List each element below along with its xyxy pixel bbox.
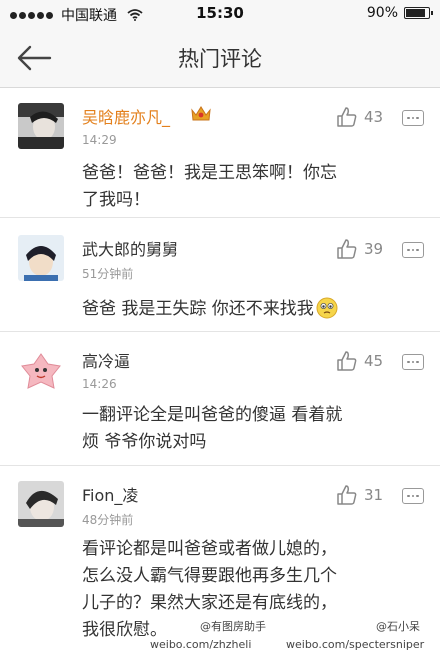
- avatar[interactable]: [18, 481, 64, 527]
- comment-line: 烦 爷爷你说对吗: [82, 432, 207, 452]
- comment-text: 爸爸 我是王失踪 你还不来找我: [82, 296, 412, 323]
- battery-percent: 90%: [366, 5, 398, 21]
- like-count: 31: [364, 486, 384, 504]
- battery-fill: [406, 9, 425, 17]
- timestamp: 14:26: [82, 377, 117, 391]
- comment-text: 爸爸！爸爸！我是王思笨啊！你忘 了我吗！: [82, 160, 412, 214]
- comment-text: 一翻评论全是叫爸爸的傻逼 看着就 烦 爷爷你说对吗: [82, 402, 412, 456]
- comment-item: 高冷逼 14:26 45 一翻评论全是叫爸爸的傻逼 看着就 烦 爷爷你说对吗: [0, 332, 440, 466]
- thumbs-up-icon: [337, 107, 357, 127]
- thumbs-up-icon: [337, 485, 357, 505]
- avatar[interactable]: [18, 348, 64, 394]
- page-title: 热门评论: [178, 47, 262, 71]
- like-button[interactable]: 39: [336, 238, 383, 260]
- comment-item: 吴晗鹿亦凡_ 14:29 43 爸爸！爸爸！我是王思笨啊！你忘 了我吗！: [0, 88, 440, 218]
- like-count: 39: [364, 240, 384, 258]
- timestamp: 14:29: [82, 133, 117, 147]
- more-options-button[interactable]: [402, 110, 424, 126]
- like-button[interactable]: 31: [336, 484, 383, 506]
- comment-line: 儿子的？果然大家还是有底线的，: [82, 593, 337, 613]
- watermark-handle: @石小呆: [376, 620, 420, 633]
- watermark-url: weibo.com/zhzheli: [150, 638, 252, 651]
- status-bar: 中国联通 15:30 90%: [0, 0, 440, 28]
- status-right: 90%: [366, 5, 433, 21]
- comment-item: 武大郎的舅舅 51分钟前 39 爸爸 我是王失踪 你还不来找我: [0, 218, 440, 332]
- comment-line: 了我吗！: [82, 190, 150, 210]
- comment-line: 一翻评论全是叫爸爸的傻逼 看着就: [82, 405, 343, 425]
- thumbs-up-icon: [337, 239, 357, 259]
- comment-line: 爸爸 我是王失踪 你还不来找我: [82, 299, 314, 319]
- like-count: 45: [364, 352, 384, 370]
- more-options-button[interactable]: [402, 242, 424, 258]
- watermark-handle: @有图房助手: [200, 620, 266, 633]
- crown-icon: [191, 106, 211, 121]
- battery-icon: [404, 7, 433, 19]
- like-count: 43: [364, 108, 384, 126]
- avatar[interactable]: [18, 235, 64, 281]
- username[interactable]: 武大郎的舅舅: [82, 236, 178, 260]
- comment-line: 怎么没人霸气得要跟他再多生几个: [82, 566, 337, 586]
- avatar[interactable]: [18, 103, 64, 149]
- teary-face-icon: [316, 297, 338, 319]
- like-button[interactable]: 45: [336, 350, 383, 372]
- nav-bar: 热门评论: [0, 28, 440, 88]
- username[interactable]: 高冷逼: [82, 348, 130, 372]
- watermark-url: weibo.com/spectersniper: [286, 638, 425, 651]
- thumbs-up-icon: [337, 351, 357, 371]
- comment-line: 看评论都是叫爸爸或者做儿媳的，: [82, 539, 337, 559]
- more-options-button[interactable]: [402, 488, 424, 504]
- timestamp: 48分钟前: [82, 513, 134, 527]
- comment-line: 爸爸！爸爸！我是王思笨啊！你忘: [82, 163, 337, 183]
- watermark: @有图房助手 @石小呆 weibo.com/zhzheli weibo.com/…: [0, 618, 440, 660]
- username[interactable]: Fion_凌: [82, 482, 138, 506]
- timestamp: 51分钟前: [82, 267, 134, 281]
- more-options-button[interactable]: [402, 354, 424, 370]
- username[interactable]: 吴晗鹿亦凡_: [82, 104, 170, 128]
- like-button[interactable]: 43: [336, 106, 383, 128]
